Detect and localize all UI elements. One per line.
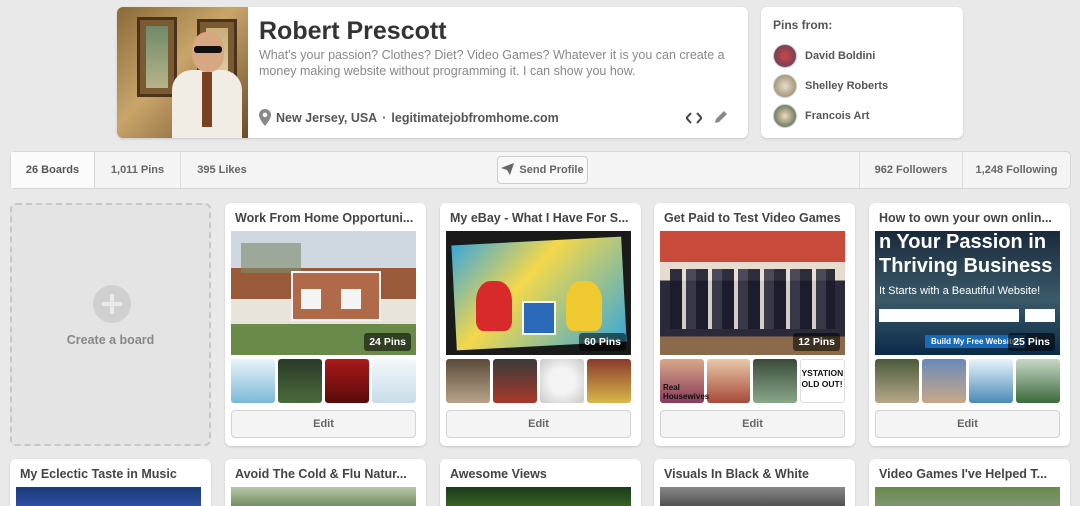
board-title[interactable]: Video Games I've Helped T...	[879, 467, 1063, 481]
board-cover[interactable]: 24 Pins	[231, 231, 416, 355]
board-thumbnails	[231, 359, 416, 403]
board-title[interactable]: Get Paid to Test Video Games	[664, 211, 848, 225]
board-thumbnail	[325, 359, 369, 403]
board-cover[interactable]	[660, 487, 845, 506]
thumbnail-text: YSTATION	[801, 368, 844, 378]
board-thumbnail: YSTATION OLD OUT!	[799, 359, 845, 403]
cover-text: It Starts with a Beautiful Website!	[879, 285, 1041, 297]
avatar	[773, 104, 797, 128]
edit-board-button[interactable]: Edit	[660, 410, 845, 438]
avatar	[773, 74, 797, 98]
profile-stats-bar: 26 Boards 1,011 Pins 395 Likes Send Prof…	[10, 151, 1071, 189]
board-card[interactable]: Visuals In Black & White	[654, 459, 855, 506]
pin-count-badge: 24 Pins	[364, 333, 411, 351]
tab-following[interactable]: 1,248 Following	[962, 152, 1070, 188]
pins-from-name: Francois Art	[805, 110, 870, 122]
board-card[interactable]: How to own your own onlin... n Your Pass…	[869, 203, 1070, 446]
pins-from-item[interactable]: Francois Art	[773, 104, 869, 128]
board-cover[interactable]	[446, 487, 631, 506]
board-thumbnail	[231, 359, 275, 403]
board-card[interactable]: My Eclectic Taste in Music	[10, 459, 211, 506]
profile-avatar	[117, 7, 248, 138]
board-card[interactable]: Video Games I've Helped T...	[869, 459, 1070, 506]
board-thumbnail: Real Housewives	[660, 359, 709, 403]
pins-from-name: David Boldini	[805, 50, 876, 62]
edit-board-button[interactable]: Edit	[875, 410, 1060, 438]
profile-actions	[685, 110, 728, 129]
cover-text: Thriving Business	[879, 255, 1053, 277]
thumbnail-text: OLD OUT!	[801, 379, 843, 389]
location-row: New Jersey, USA · legitimatejobfromhome.…	[259, 109, 559, 126]
profile-name: Robert Prescott	[259, 17, 447, 45]
board-card[interactable]: Awesome Views	[440, 459, 641, 506]
board-cover[interactable]	[875, 487, 1060, 506]
board-thumbnail	[1016, 359, 1060, 403]
board-card[interactable]: Get Paid to Test Video Games 12 Pins Rea…	[654, 203, 855, 446]
plus-icon	[93, 285, 131, 323]
profile-bio: What's your passion? Clothes? Diet? Vide…	[259, 48, 725, 78]
avatar	[773, 44, 797, 68]
board-thumbnail	[753, 359, 797, 403]
board-cover[interactable]: 12 Pins	[660, 231, 845, 355]
create-board-button[interactable]: Create a board	[10, 203, 211, 446]
tab-boards[interactable]: 26 Boards	[11, 152, 95, 188]
send-profile-button[interactable]: Send Profile	[497, 156, 588, 184]
board-thumbnail	[587, 359, 631, 403]
cover-text: n Your Passion in	[879, 231, 1047, 253]
pin-count-badge: 25 Pins	[1008, 333, 1055, 351]
profile-website-link[interactable]: legitimatejobfromhome.com	[391, 111, 558, 125]
board-thumbnails: Real Housewives YSTATION OLD OUT!	[660, 359, 845, 403]
thumbnail-text: Housewives	[663, 392, 710, 401]
pin-count-badge: 60 Pins	[579, 333, 626, 351]
pins-from-item[interactable]: David Boldini	[773, 44, 875, 68]
board-cover[interactable]: n Your Passion in Thriving Business It S…	[875, 231, 1060, 355]
board-card[interactable]: My eBay - What I Have For S... 60 Pins E…	[440, 203, 641, 446]
code-icon[interactable]	[685, 111, 703, 129]
board-card[interactable]: Work From Home Opportuni... 24 Pins Edit	[225, 203, 426, 446]
board-cover[interactable]	[16, 487, 201, 506]
pin-count-badge: 12 Pins	[793, 333, 840, 351]
board-thumbnail	[969, 359, 1013, 403]
map-pin-icon	[259, 109, 271, 126]
create-board-label: Create a board	[66, 333, 155, 347]
edit-board-button[interactable]: Edit	[231, 410, 416, 438]
board-title[interactable]: Awesome Views	[450, 467, 634, 481]
thumbnail-text: Real	[663, 383, 680, 392]
board-title[interactable]: Work From Home Opportuni...	[235, 211, 419, 225]
board-thumbnail	[875, 359, 919, 403]
board-thumbnail	[493, 359, 537, 403]
board-thumbnail	[278, 359, 322, 403]
pencil-icon[interactable]	[714, 110, 728, 129]
paper-plane-icon	[501, 162, 515, 178]
board-title[interactable]: Avoid The Cold & Flu Natur...	[235, 467, 419, 481]
board-thumbnails	[875, 359, 1060, 403]
board-cover[interactable]: 60 Pins	[446, 231, 631, 355]
location-separator: ·	[382, 110, 387, 125]
pins-from-heading: Pins from:	[773, 18, 833, 32]
edit-board-button[interactable]: Edit	[446, 410, 631, 438]
board-title[interactable]: How to own your own onlin...	[879, 211, 1063, 225]
board-thumbnail	[706, 359, 750, 403]
profile-card: Robert Prescott What's your passion? Clo…	[117, 7, 748, 138]
pins-from-item[interactable]: Shelley Roberts	[773, 74, 888, 98]
board-thumbnails	[446, 359, 631, 403]
board-title[interactable]: Visuals In Black & White	[664, 467, 848, 481]
profile-location: New Jersey, USA	[276, 110, 378, 125]
send-profile-label: Send Profile	[519, 164, 584, 176]
tab-pins[interactable]: 1,011 Pins	[95, 152, 181, 188]
board-card[interactable]: Avoid The Cold & Flu Natur...	[225, 459, 426, 506]
board-thumbnail	[372, 359, 416, 403]
board-title[interactable]: My eBay - What I Have For S...	[450, 211, 634, 225]
board-title[interactable]: My Eclectic Taste in Music	[20, 467, 204, 481]
tab-likes[interactable]: 395 Likes	[181, 152, 263, 188]
board-thumbnail	[540, 359, 584, 403]
board-cover[interactable]	[231, 487, 416, 506]
board-thumbnail	[922, 359, 966, 403]
pins-from-name: Shelley Roberts	[805, 80, 889, 92]
tab-followers[interactable]: 962 Followers	[859, 152, 962, 188]
board-thumbnail	[446, 359, 490, 403]
pins-from-card: Pins from: David Boldini Shelley Roberts…	[761, 7, 963, 138]
